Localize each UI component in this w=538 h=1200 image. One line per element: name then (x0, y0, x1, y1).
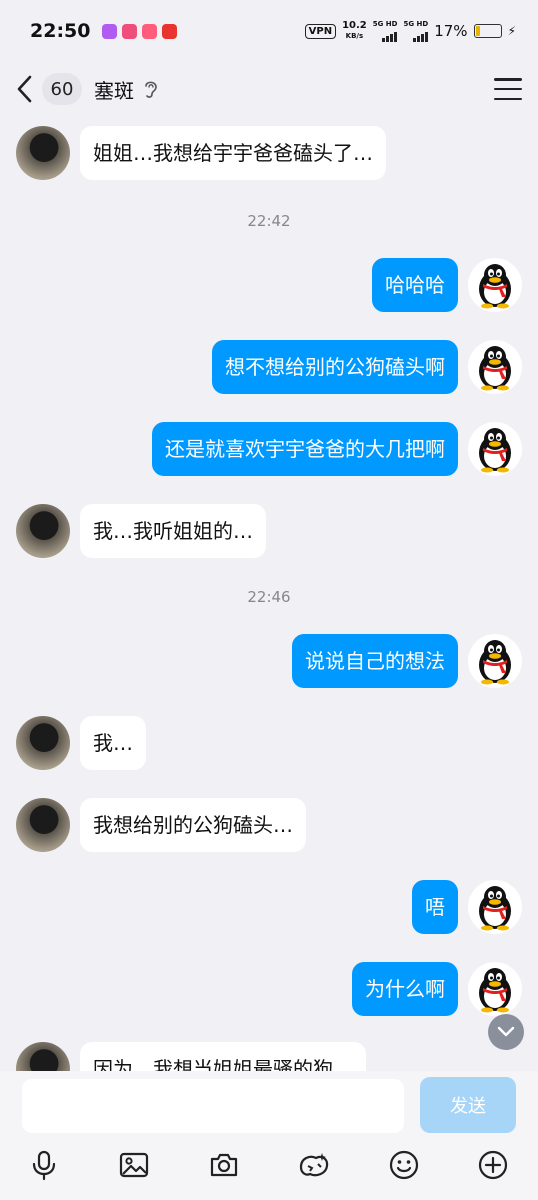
signal-sim1: 5G HD (373, 20, 398, 42)
penguin-avatar-icon (479, 640, 511, 685)
signal-bars-icon (382, 28, 398, 42)
message-timestamp: 22:42 (247, 212, 291, 230)
microphone-icon[interactable] (28, 1149, 60, 1181)
chevron-down-icon (497, 1026, 515, 1037)
avatar[interactable] (16, 126, 70, 180)
avatar[interactable] (468, 634, 522, 688)
avatar[interactable] (16, 798, 70, 852)
camera-icon[interactable] (208, 1149, 240, 1181)
message-bubble[interactable]: 想不想给别的公狗磕头啊 (212, 340, 458, 394)
charging-icon: ⚡ (507, 24, 516, 38)
message-outgoing: 还是就喜欢宇宇爸爸的大几把啊 (0, 422, 538, 476)
avatar[interactable] (468, 880, 522, 934)
signal-bars-icon (413, 28, 429, 42)
image-icon[interactable] (118, 1149, 150, 1181)
message-outgoing: 想不想给别的公狗磕头啊 (0, 340, 538, 394)
emoji-icon[interactable] (388, 1149, 420, 1181)
penguin-avatar-icon (479, 346, 511, 391)
message-list[interactable]: 姐姐…我想给宇宇爸爸磕头了… 22:42 哈哈哈 想不想给别的公狗磕头啊 还是就… (0, 116, 538, 1071)
avatar[interactable] (468, 340, 522, 394)
penguin-avatar-icon (479, 968, 511, 1013)
app-notification-icon (122, 23, 138, 39)
message-bubble[interactable]: 我…我听姐姐的… (80, 504, 266, 558)
menu-icon[interactable] (494, 78, 522, 100)
message-bubble[interactable]: 还是就喜欢宇宇爸爸的大几把啊 (152, 422, 458, 476)
battery-percent: 17% (434, 22, 468, 40)
message-bubble[interactable]: 唔 (412, 880, 458, 934)
message-bubble[interactable]: 说说自己的想法 (292, 634, 458, 688)
speed-unit: KB/s (345, 32, 364, 40)
speed-value: 10.2 (342, 20, 367, 31)
message-bubble[interactable]: 我想给别的公狗磕头… (80, 798, 306, 852)
message-bubble[interactable]: 哈哈哈 (372, 258, 458, 312)
message-timestamp: 22:46 (247, 588, 291, 606)
message-bubble[interactable]: 姐姐…我想给宇宇爸爸磕头了… (80, 126, 386, 180)
penguin-avatar-icon (479, 264, 511, 309)
avatar[interactable] (468, 258, 522, 312)
ear-icon (142, 78, 160, 100)
message-outgoing: 为什么啊 (0, 962, 538, 1016)
chat-header: 60 塞斑 (0, 62, 538, 116)
app-notification-icon (162, 23, 178, 39)
signal-sim2: 5G HD (403, 20, 429, 42)
sim1-label: 5G HD (372, 20, 398, 28)
battery-level-fill (475, 26, 480, 36)
network-speed: 10.2 KB/s (342, 21, 367, 41)
message-input[interactable] (22, 1079, 404, 1133)
chat-title[interactable]: 塞斑 (94, 75, 134, 104)
penguin-avatar-icon (479, 428, 511, 473)
avatar[interactable] (468, 422, 522, 476)
red-packet-icon[interactable] (298, 1149, 330, 1181)
avatar[interactable] (16, 1042, 70, 1071)
message-incoming: 我…我听姐姐的… (0, 504, 538, 558)
avatar[interactable] (16, 504, 70, 558)
notification-icons (102, 23, 178, 39)
penguin-avatar-icon (479, 886, 511, 931)
message-bubble[interactable]: 为什么啊 (352, 962, 458, 1016)
plus-icon[interactable] (477, 1149, 509, 1181)
unread-count-badge[interactable]: 60 (42, 73, 82, 105)
app-notification-icon (142, 23, 158, 39)
back-icon[interactable] (16, 74, 40, 104)
message-incoming: 姐姐…我想给宇宇爸爸磕头了… (0, 126, 538, 180)
vpn-indicator: VPN (304, 23, 337, 39)
status-time: 22:50 (30, 20, 91, 42)
message-outgoing: 哈哈哈 (0, 258, 538, 312)
message-incoming: 我… (0, 716, 538, 770)
input-bar: 发送 (0, 1071, 538, 1200)
scroll-to-bottom-button[interactable] (488, 1014, 524, 1050)
message-bubble[interactable]: 我… (80, 716, 146, 770)
send-button[interactable]: 发送 (420, 1077, 516, 1133)
message-outgoing: 说说自己的想法 (0, 634, 538, 688)
status-bar: 22:50 VPN 10.2 KB/s 5G HD 5G HD 17% ⚡ (0, 0, 538, 62)
app-notification-icon (102, 23, 118, 39)
avatar[interactable] (468, 962, 522, 1016)
avatar[interactable] (16, 716, 70, 770)
message-incoming: 因为…我想当姐姐最骚的狗… (0, 1042, 538, 1071)
sim2-label: 5G HD (403, 20, 429, 28)
message-bubble[interactable]: 因为…我想当姐姐最骚的狗… (80, 1042, 366, 1071)
input-toolbar (0, 1149, 538, 1183)
message-outgoing: 唔 (0, 880, 538, 934)
battery-icon (473, 24, 502, 38)
message-incoming: 我想给别的公狗磕头… (0, 798, 538, 852)
